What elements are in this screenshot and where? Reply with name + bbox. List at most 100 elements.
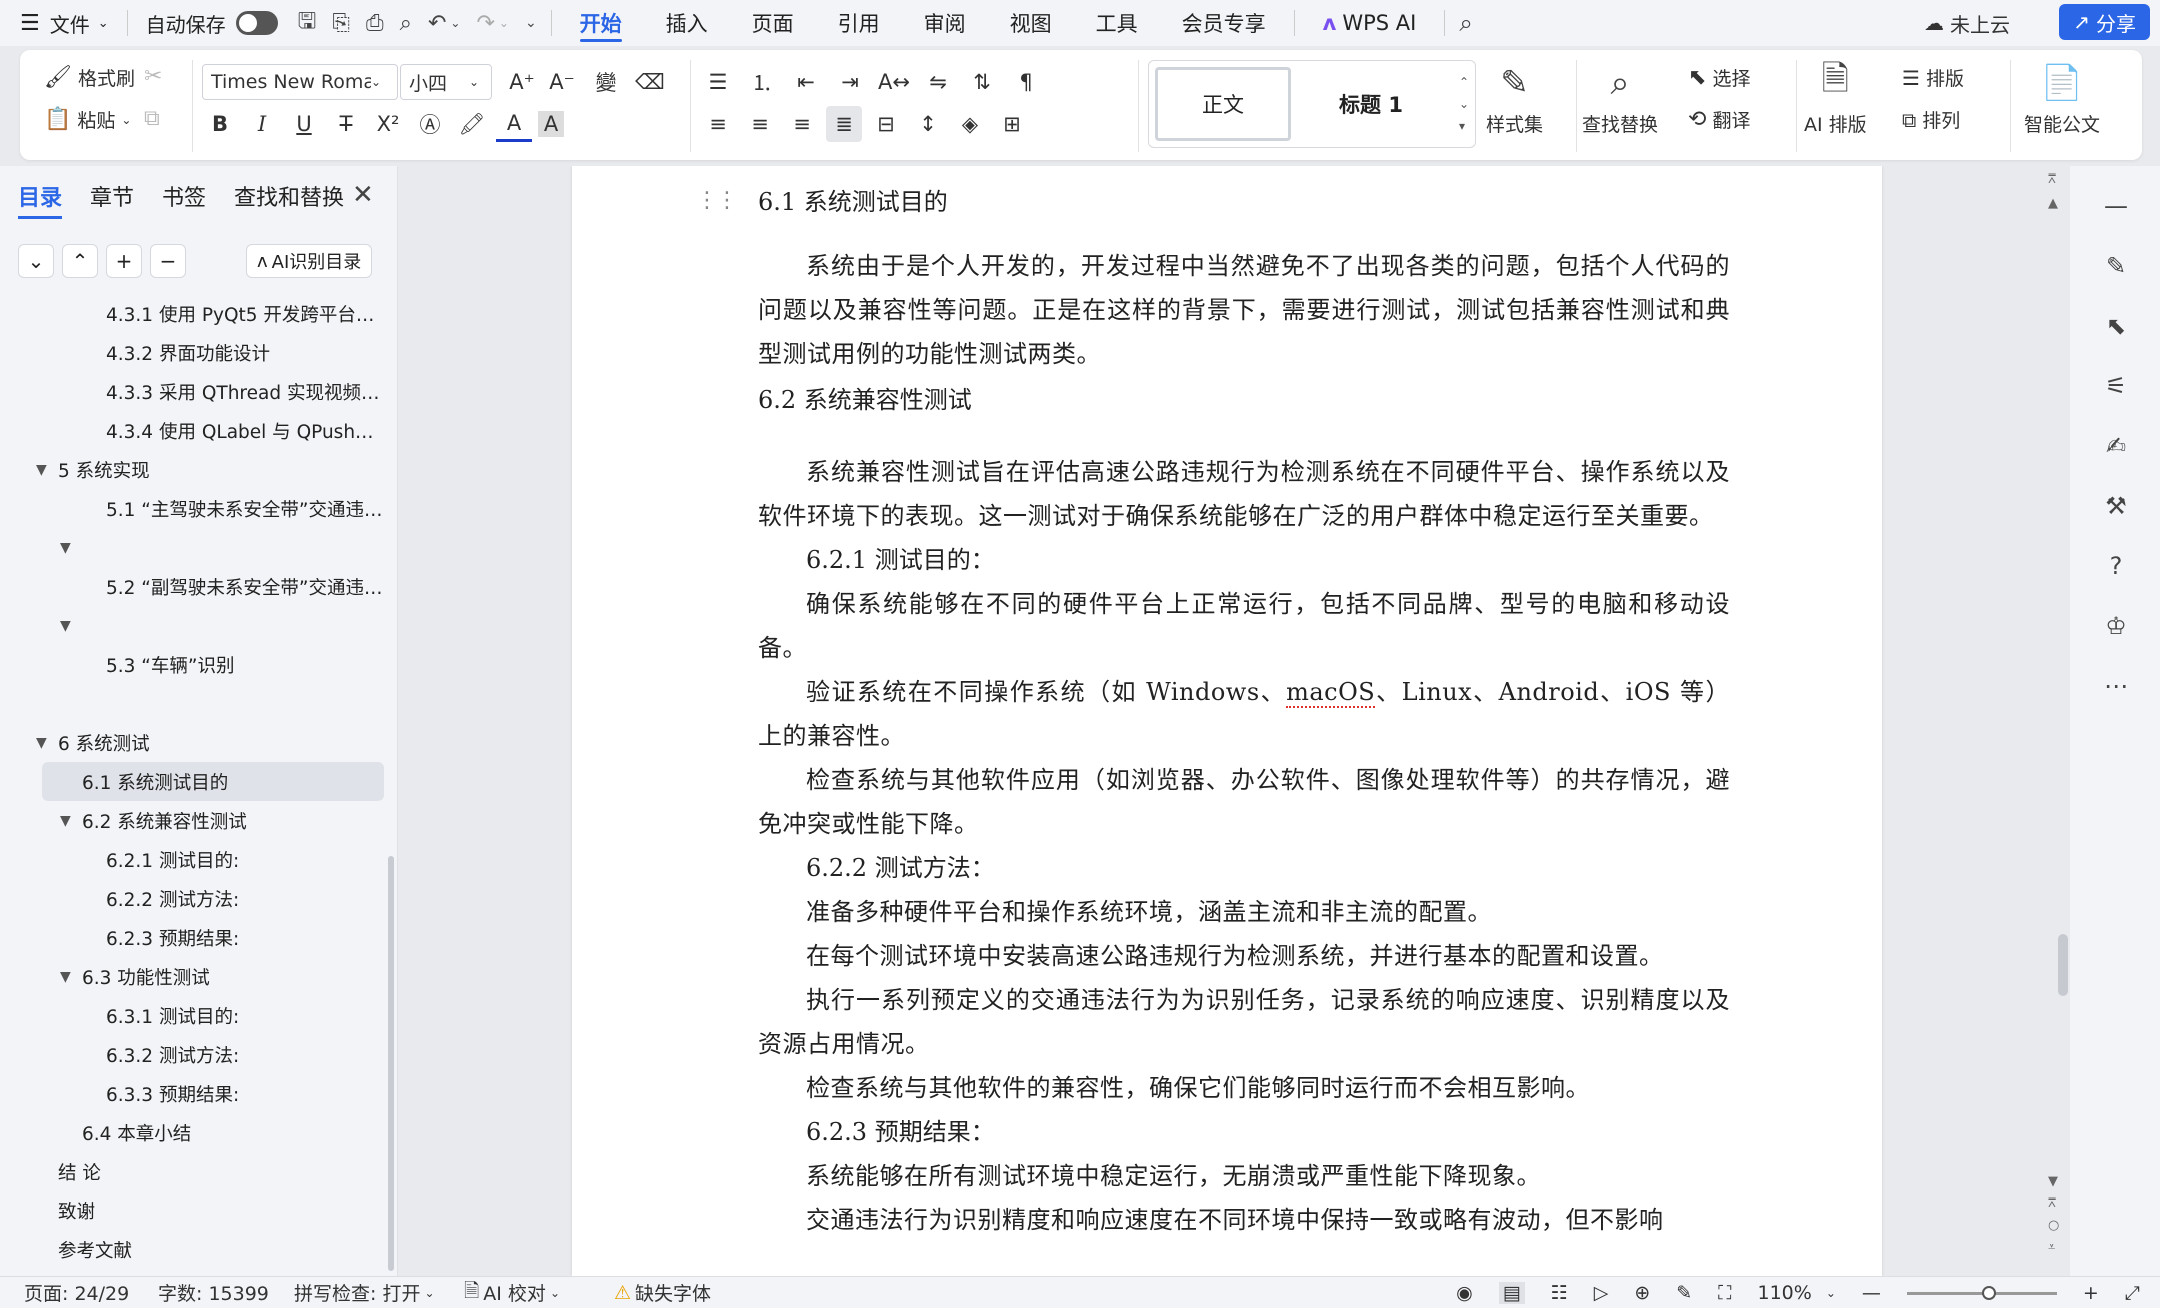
- copy-icon[interactable]: ⧉: [144, 106, 160, 131]
- adjust-sliders-icon[interactable]: ⚟: [2096, 366, 2136, 406]
- sign-icon[interactable]: ✍: [2096, 426, 2136, 466]
- ai-layout-button[interactable]: 🗎 AI 排版: [1804, 59, 1867, 137]
- toc-item[interactable]: ▼: [0, 528, 392, 567]
- eye-protection-icon[interactable]: ◉: [1456, 1282, 1473, 1304]
- scroll-down-arrow-icon[interactable]: ▼: [2048, 1174, 2058, 1189]
- expand-arrow-icon[interactable]: ▼: [36, 735, 47, 751]
- toc-item[interactable]: ▼ 6.3 功能性测试: [0, 957, 392, 996]
- paste-button[interactable]: 📋 粘贴 ⌄: [44, 106, 131, 133]
- spell-check-toggle[interactable]: 拼写检查: 打开 ⌄: [294, 1279, 435, 1306]
- italic-icon[interactable]: I: [244, 106, 280, 142]
- style-normal[interactable]: 正文: [1155, 67, 1291, 141]
- text-direction-icon[interactable]: A↔: [876, 64, 912, 100]
- outline-view-icon[interactable]: ☷: [1551, 1282, 1568, 1304]
- zoom-slider[interactable]: [1906, 1285, 2057, 1300]
- tab-review[interactable]: 审阅: [902, 0, 988, 46]
- toc-item[interactable]: 结 论: [0, 1152, 392, 1191]
- shading-icon[interactable]: ◈: [952, 106, 988, 142]
- wps-ai-tab[interactable]: ᴧ WPS AI: [1301, 0, 1439, 46]
- tab-home[interactable]: 开始: [558, 0, 644, 46]
- drag-handle-icon[interactable]: ⋮⋮: [696, 190, 738, 212]
- toc-item[interactable]: ▼ 5 系统实现: [0, 450, 392, 489]
- toc-item[interactable]: 参考文献: [0, 1230, 392, 1269]
- text-effect-icon[interactable]: Ⓐ: [412, 106, 448, 142]
- toc-item[interactable]: 6.1 系统测试目的: [42, 762, 384, 801]
- next-page-icon[interactable]: ⩡: [2048, 1240, 2055, 1255]
- expand-arrow-icon[interactable]: ▼: [60, 813, 71, 829]
- borders-icon[interactable]: ⊞: [994, 106, 1030, 142]
- toc-item[interactable]: 6.3.2 测试方法:: [0, 1035, 392, 1074]
- write-mode-icon[interactable]: ✎: [1676, 1282, 1692, 1304]
- page-indicator[interactable]: 页面: 24/29: [24, 1279, 129, 1306]
- document-page[interactable]: ⋮⋮ 6.1 系统测试目的 系统由于是个人开发的，开发过程中当然避免不了出现各类…: [572, 166, 1882, 1276]
- cut-icon[interactable]: ✂: [144, 64, 162, 89]
- arrange-button[interactable]: ⧉ 排列: [1902, 106, 1960, 133]
- select-browse-object-icon[interactable]: ○: [2048, 1218, 2059, 1233]
- spelling-error-mark[interactable]: macOS: [1286, 678, 1376, 708]
- distributed-icon[interactable]: ⊟: [868, 106, 904, 142]
- share-button[interactable]: ↗ 分享: [2059, 4, 2150, 40]
- underline-icon[interactable]: U: [286, 106, 322, 142]
- nav-tab-sections[interactable]: 章节: [90, 180, 134, 219]
- search-icon[interactable]: ⌕: [1451, 0, 1480, 46]
- fit-page-icon[interactable]: ⛶: [1718, 1282, 1731, 1304]
- minimize-panel-icon[interactable]: —: [2096, 186, 2136, 226]
- align-center-icon[interactable]: ≡: [742, 106, 778, 142]
- chinese-layout-icon[interactable]: ⇋: [920, 64, 956, 100]
- style-heading-1[interactable]: 标题 1: [1301, 67, 1441, 141]
- align-right-icon[interactable]: ≡: [784, 106, 820, 142]
- toc-item[interactable]: ▼ 6 系统测试: [0, 723, 392, 762]
- tab-tools[interactable]: 工具: [1074, 0, 1160, 46]
- increase-indent-icon[interactable]: ⇥: [832, 64, 868, 100]
- fullscreen-icon[interactable]: ⤢: [2125, 1282, 2140, 1304]
- pen-icon[interactable]: ✎: [2096, 246, 2136, 286]
- expand-arrow-icon[interactable]: ▼: [60, 618, 71, 634]
- scroll-to-top-icon[interactable]: ⩞: [2048, 172, 2056, 187]
- export-icon[interactable]: ⎘: [324, 0, 358, 46]
- cloud-status-button[interactable]: ☁ 未上云: [1924, 0, 2010, 46]
- toc-item[interactable]: 6.3.3 预期结果:: [0, 1074, 392, 1113]
- expand-up-icon[interactable]: ⌃: [62, 244, 98, 278]
- save-icon[interactable]: 🖫: [290, 0, 325, 46]
- tab-view[interactable]: 视图: [988, 0, 1074, 46]
- close-icon[interactable]: ✕: [352, 180, 374, 210]
- toc-item[interactable]: 6.3.1 测试目的:: [0, 996, 392, 1035]
- toc-item[interactable]: 5.2 “副驾驶未系安全带”交通违…: [0, 567, 392, 606]
- phonetic-guide-icon[interactable]: 變: [584, 64, 628, 100]
- align-left-icon[interactable]: ≡: [700, 106, 736, 142]
- print-preview-icon[interactable]: ⌕: [392, 0, 420, 46]
- superscript-icon[interactable]: X²: [370, 106, 406, 142]
- ai-toc-button[interactable]: ᴧ AI识别目录: [246, 244, 373, 278]
- toc-item[interactable]: 4.3.1 使用 PyQt5 开发跨平台…: [0, 294, 392, 333]
- strikethrough-icon[interactable]: T: [328, 106, 364, 142]
- web-view-icon[interactable]: ⊕: [1634, 1282, 1650, 1304]
- format-painter-button[interactable]: 🖌 格式刷: [44, 64, 135, 91]
- expand-arrow-icon[interactable]: ▼: [60, 969, 71, 985]
- find-replace-button[interactable]: ⌕ 查找替换: [1582, 60, 1658, 137]
- toc-item[interactable]: ▼ 6.2 系统兼容性测试: [0, 801, 392, 840]
- nav-tab-find-replace[interactable]: 查找和替换: [234, 180, 344, 219]
- missing-font-button[interactable]: ⚠ 缺失字体: [614, 1279, 711, 1306]
- toc-item[interactable]: 4.3.4 使用 QLabel 与 QPush…: [0, 411, 392, 450]
- layout-button[interactable]: ☰ 排版: [1902, 64, 1964, 91]
- zoom-slider-thumb[interactable]: [1982, 1285, 1997, 1300]
- play-icon[interactable]: ▷: [1594, 1282, 1609, 1304]
- more-icon[interactable]: ⋯: [2096, 666, 2136, 706]
- toc-item[interactable]: 6.2.3 预期结果:: [0, 918, 392, 957]
- toc-item[interactable]: 6.2.1 测试目的:: [0, 840, 392, 879]
- toc-item[interactable]: 致谢: [0, 1191, 392, 1230]
- tab-insert[interactable]: 插入: [644, 0, 730, 46]
- add-heading-icon[interactable]: +: [106, 244, 142, 278]
- sort-icon[interactable]: ⇅: [964, 64, 1000, 100]
- toc-item[interactable]: 4.3.3 采用 QThread 实现视频…: [0, 372, 392, 411]
- toc-item[interactable]: 6.4 本章小结: [0, 1113, 392, 1152]
- style-set-button[interactable]: ✎ 样式集: [1486, 60, 1543, 137]
- toc-item[interactable]: 4.3.2 界面功能设计: [0, 333, 392, 372]
- word-count[interactable]: 字数: 15399: [158, 1279, 269, 1306]
- autosave-switch[interactable]: [235, 11, 278, 35]
- zoom-select[interactable]: 110% ⌄: [1757, 1282, 1835, 1304]
- nav-tab-toc[interactable]: 目录: [18, 180, 63, 219]
- zoom-in-icon[interactable]: +: [2083, 1282, 2099, 1304]
- undo-icon[interactable]: ↶ ⌄: [420, 0, 469, 46]
- nav-scrollbar[interactable]: [388, 856, 394, 1271]
